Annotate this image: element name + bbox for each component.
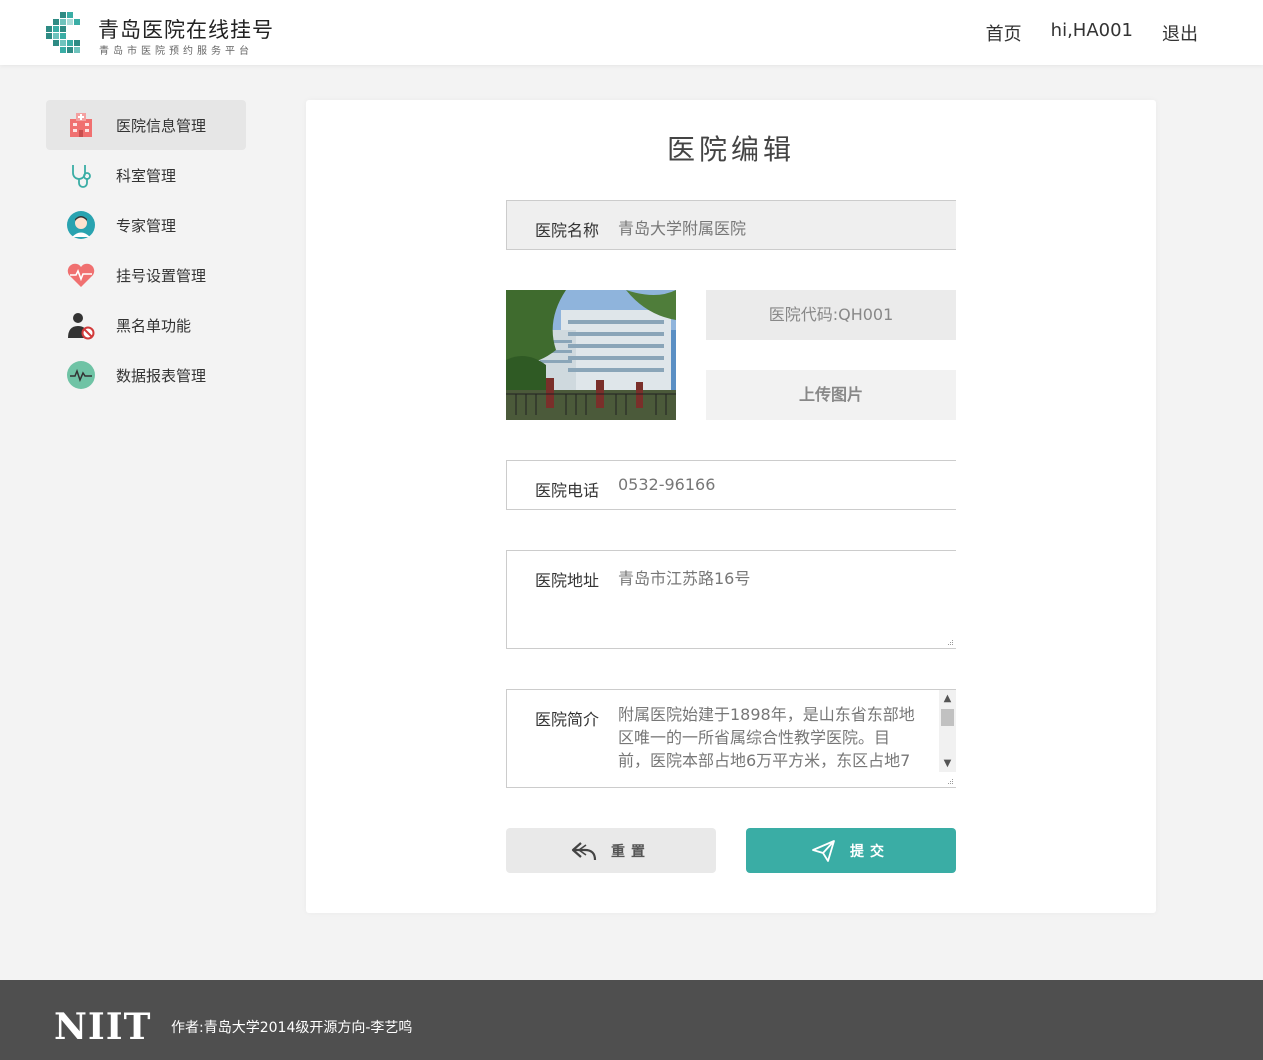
scroll-down-icon[interactable]: ▼ xyxy=(939,755,956,772)
hospital-photo xyxy=(506,290,676,420)
submit-button-label: 提交 xyxy=(850,843,890,860)
resize-handle-icon[interactable] xyxy=(946,638,954,646)
hospital-phone-field[interactable]: 医院电话 0532-96166 xyxy=(506,460,956,510)
hospital-phone-label: 医院电话 xyxy=(535,481,600,500)
paper-plane-icon xyxy=(812,839,835,862)
scroll-thumb[interactable] xyxy=(941,709,954,726)
logo-mosaic-icon xyxy=(46,12,80,53)
doctor-avatar-icon xyxy=(66,210,96,240)
sidebar-item-registration-settings[interactable]: 挂号设置管理 xyxy=(46,250,246,300)
hospital-address-field[interactable]: 医院地址 青岛市江苏路16号 xyxy=(506,550,956,649)
page-title: 医院编辑 xyxy=(666,133,795,166)
resize-handle-icon[interactable] xyxy=(946,777,954,785)
page-footer: NIIT 作者:青岛大学2014级开源方向-李艺鸣 xyxy=(0,980,1263,1060)
hospital-intro-field[interactable]: 医院简介 附属医院始建于1898年，是山东省东部地区唯一的一所省属综合性教学医院… xyxy=(506,689,956,788)
hospital-code-field: 医院代码:QH001 xyxy=(706,290,956,340)
hospital-edit-panel: 医院编辑 医院名称 青岛大学附属医院 医院代码:QH001 上传图片 医院电话 … xyxy=(306,100,1156,913)
nav-home-link[interactable]: 首页 xyxy=(986,20,1022,46)
sidebar-item-experts[interactable]: 专家管理 xyxy=(46,200,246,250)
reply-arrow-icon xyxy=(571,841,597,860)
sidebar-item-label: 医院信息管理 xyxy=(116,116,207,135)
hospital-address-value: 青岛市江苏路16号 xyxy=(618,569,751,588)
logo-title: 青岛医院在线挂号 xyxy=(98,18,274,42)
top-nav: 首页 hi,HA001 退出 xyxy=(986,20,1198,46)
nav-logout-link[interactable]: 退出 xyxy=(1162,20,1198,46)
hospital-intro-label: 医院简介 xyxy=(535,710,600,729)
hospital-intro-value: 附属医院始建于1898年，是山东省东部地区唯一的一所省属综合性教学医院。目前，医… xyxy=(618,705,915,770)
logo-subtitle: 青岛市医院预约服务平台 xyxy=(99,46,253,57)
heart-pulse-icon xyxy=(66,260,96,290)
sidebar-item-label: 专家管理 xyxy=(116,216,177,235)
top-header: 青岛医院在线挂号 青岛市医院预约服务平台 首页 hi,HA001 退出 xyxy=(0,0,1263,65)
user-blocked-icon xyxy=(66,310,96,340)
hospital-address-label: 医院地址 xyxy=(535,571,600,590)
sidebar: 医院信息管理 科室管理 专家管理 挂号设置管理 黑名单功能 数据报表管理 xyxy=(46,100,246,400)
upload-image-button[interactable]: 上传图片 xyxy=(706,370,956,420)
submit-button[interactable]: 提交 xyxy=(746,828,956,873)
sidebar-item-blacklist[interactable]: 黑名单功能 xyxy=(46,300,246,350)
hospital-name-label: 医院名称 xyxy=(535,221,600,240)
chart-wave-icon xyxy=(66,360,96,390)
sidebar-item-departments[interactable]: 科室管理 xyxy=(46,150,246,200)
hospital-building-icon xyxy=(66,110,96,140)
reset-button-label: 重置 xyxy=(611,843,651,860)
site-logo[interactable]: 青岛医院在线挂号 青岛市医院预约服务平台 xyxy=(46,12,276,57)
footer-author-text: 作者:青岛大学2014级开源方向-李艺鸣 xyxy=(171,1020,413,1036)
scroll-up-icon[interactable]: ▲ xyxy=(939,690,956,707)
sidebar-item-reports[interactable]: 数据报表管理 xyxy=(46,350,246,400)
sidebar-item-label: 数据报表管理 xyxy=(116,366,207,385)
hospital-name-value: 青岛大学附属医院 xyxy=(618,219,747,238)
reset-button[interactable]: 重置 xyxy=(506,828,716,873)
sidebar-item-hospital-info[interactable]: 医院信息管理 xyxy=(46,100,246,150)
sidebar-item-label: 黑名单功能 xyxy=(116,316,192,335)
hospital-name-field[interactable]: 医院名称 青岛大学附属医院 xyxy=(506,200,956,250)
sidebar-item-label: 挂号设置管理 xyxy=(116,266,207,285)
sidebar-item-label: 科室管理 xyxy=(116,166,177,185)
nav-user-link[interactable]: hi,HA001 xyxy=(1051,20,1133,46)
footer-logo: NIIT xyxy=(54,1006,152,1048)
hospital-phone-value: 0532-96166 xyxy=(618,475,716,494)
stethoscope-icon xyxy=(66,160,96,190)
intro-scrollbar[interactable]: ▲ ▼ xyxy=(939,690,956,772)
